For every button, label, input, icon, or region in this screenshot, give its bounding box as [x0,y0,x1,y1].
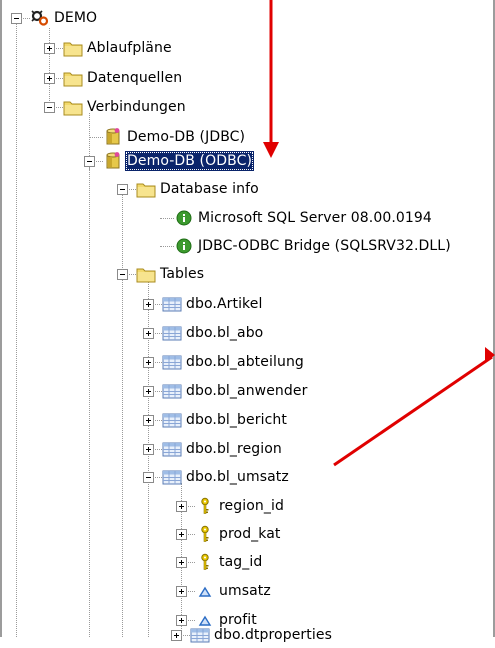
tree-connector [186,506,195,507]
tree-connector [153,362,162,363]
tree-node-label-selected[interactable]: Demo-DB (ODBC) [125,151,255,171]
tree-node-label[interactable]: dbo.bl_umsatz [184,467,291,487]
tree-connector [89,166,90,637]
tree-connector [127,189,136,190]
info-icon [174,237,194,255]
tree-node-label[interactable]: DEMO [52,8,99,28]
tree-node-label[interactable]: dbo.bl_region [184,439,284,459]
tree-connector [153,477,162,478]
key-icon [195,525,215,543]
tree-connector [94,161,103,162]
tree-node-label[interactable]: Datenquellen [85,68,184,88]
tree-node-label[interactable]: Verbindungen [85,97,188,117]
tree-connector [153,420,162,421]
tree-connector [122,280,123,637]
project-gear-icon [30,9,50,27]
tree-node-label[interactable]: Microsoft SQL Server 08.00.0194 [196,208,434,228]
tree-connector [153,333,162,334]
database-icon [103,128,123,146]
table-icon [162,411,182,429]
tree-connector [54,48,63,49]
tree-connector [16,24,17,637]
table-icon [162,295,182,313]
tree-connector [127,274,136,275]
table-icon [162,324,182,342]
tree-connector [89,137,103,138]
table-icon [162,468,182,486]
tree-connector [122,195,123,274]
tree-node-label[interactable]: dbo.bl_abteilung [184,352,306,372]
tree-node-label[interactable]: dbo.bl_abo [184,323,265,343]
tree-node-label[interactable]: Database info [158,179,261,199]
tree-view[interactable]: DEMO Ablaufpläne Datenquellen Verbindung… [0,0,495,643]
tree-node-label[interactable]: dbo.dtproperties [212,625,334,645]
tree-left-border [0,0,2,637]
database-icon [103,152,123,170]
tree-node-label[interactable]: Demo-DB (JDBC) [125,127,247,147]
tree-node-label[interactable]: dbo.bl_anwender [184,381,309,401]
tree-connector [153,391,162,392]
table-icon [162,353,182,371]
tree-node-label[interactable]: dbo.bl_bericht [184,410,289,430]
tree-node-label[interactable]: prod_kat [217,524,283,544]
tree-connector [49,24,50,107]
tree-connector [160,246,174,247]
folder-icon [136,265,156,283]
tree-node-label[interactable]: umsatz [217,581,273,601]
tree-connector [21,18,30,19]
tree-node-label[interactable]: Ablaufpläne [85,38,174,58]
table-icon [162,440,182,458]
key-icon [195,497,215,515]
key-icon [195,553,215,571]
tree-node-label[interactable]: dbo.Artikel [184,294,264,314]
tree-connector [186,534,195,535]
tree-connector [186,591,195,592]
tree-connector [186,562,195,563]
tree-connector [153,304,162,305]
tree-connector [181,635,190,636]
tree-connector [54,107,63,108]
folder-icon [63,69,83,87]
table-icon [190,626,210,644]
folder-icon [63,39,83,57]
info-icon [174,209,194,227]
tree-connector [153,449,162,450]
tree-connector [54,78,63,79]
tree-node-label[interactable]: Tables [158,264,206,284]
folder-icon [63,98,83,116]
tree-node-label[interactable]: JDBC-ODBC Bridge (SQLSRV32.DLL) [196,236,453,256]
tree-node-label[interactable]: tag_id [217,552,264,572]
tree-connector [160,218,174,219]
table-icon [162,382,182,400]
tree-node-label[interactable]: region_id [217,496,286,516]
folder-icon [136,180,156,198]
measure-icon [195,582,215,600]
tree-connector [186,620,195,621]
